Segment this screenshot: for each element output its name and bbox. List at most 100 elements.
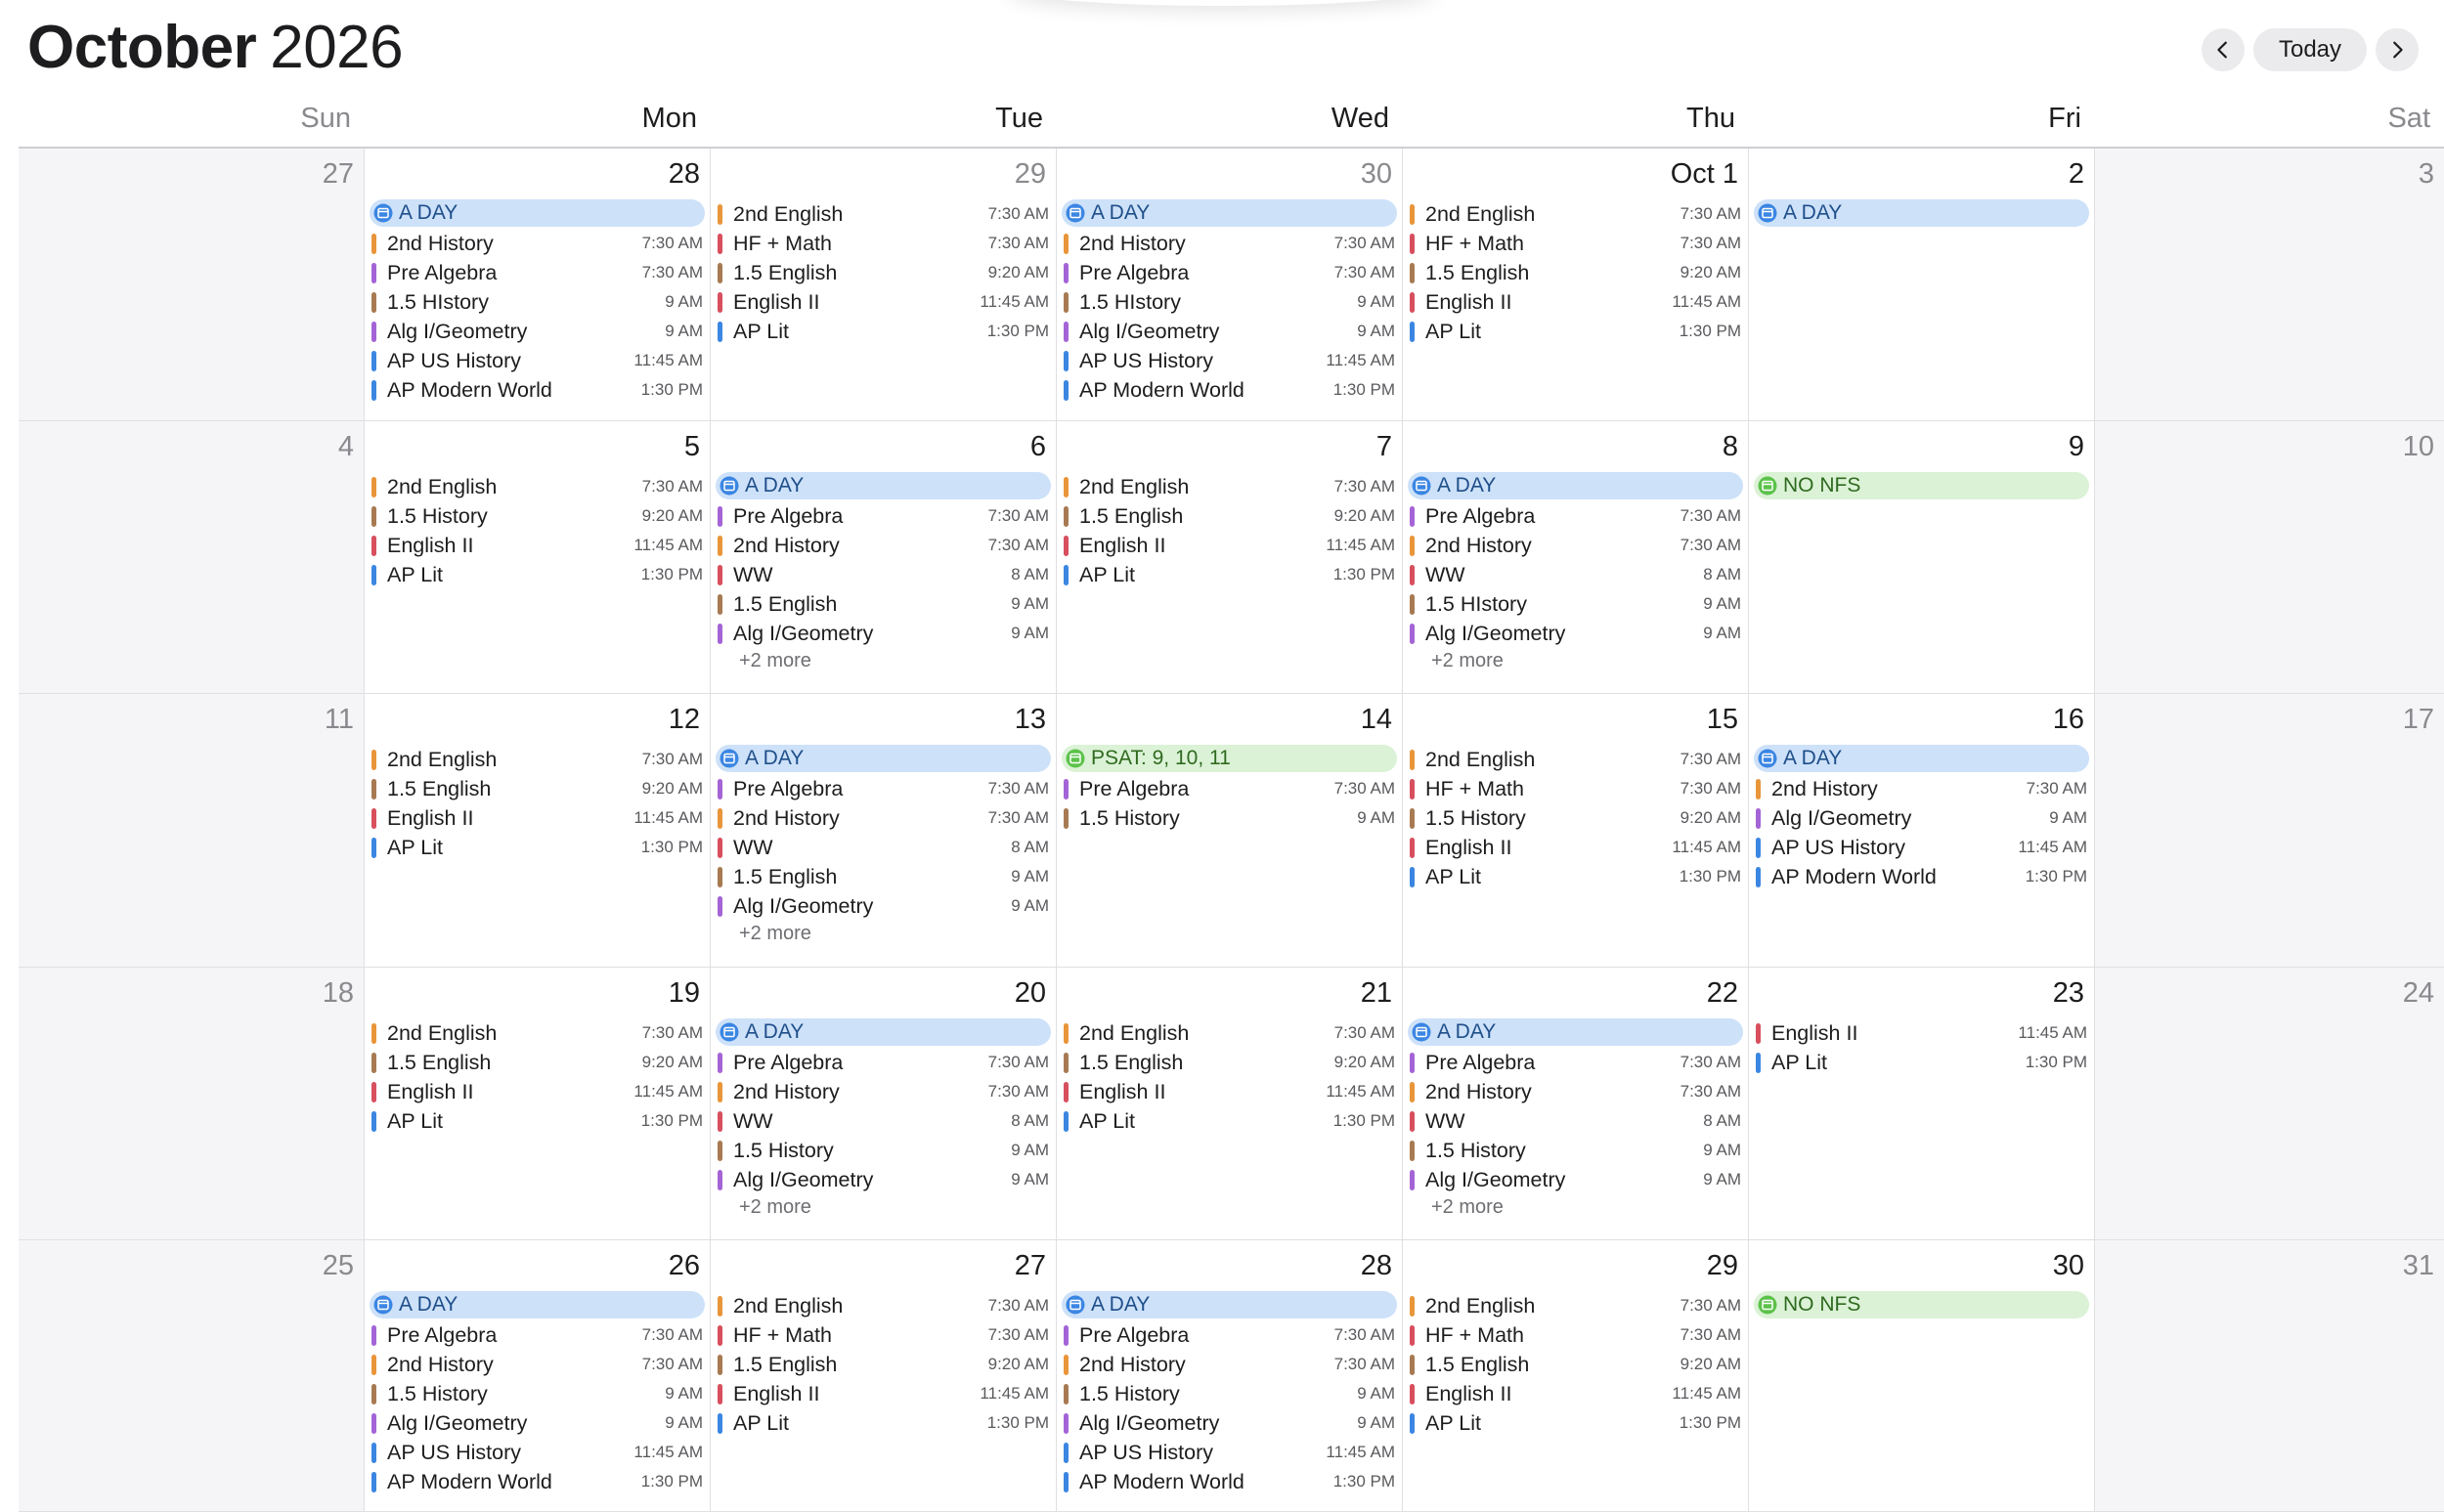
calendar-event[interactable]: 1.5 History 9 AM — [1408, 1136, 1743, 1165]
all-day-event[interactable]: A DAY — [716, 745, 1051, 772]
calendar-event[interactable]: Pre Algebra 7:30 AM — [1062, 774, 1397, 803]
day-cell[interactable]: 24 — [2095, 968, 2444, 1240]
day-cell[interactable]: 6 A DAY Pre Algebra 7:30 AM 2nd History 7:30 … — [711, 421, 1057, 694]
more-events-link[interactable]: +2 more — [716, 1194, 1051, 1220]
all-day-event[interactable]: NO NFS — [1754, 472, 2089, 499]
more-events-link[interactable]: +2 more — [716, 648, 1051, 673]
day-cell[interactable]: 17 — [2095, 694, 2444, 968]
calendar-event[interactable]: English II 11:45 AM — [1062, 1077, 1397, 1106]
calendar-event[interactable]: Pre Algebra 7:30 AM — [1062, 1320, 1397, 1350]
calendar-event[interactable]: English II 11:45 AM — [1062, 531, 1397, 560]
calendar-event[interactable]: HF + Math 7:30 AM — [1408, 1320, 1743, 1350]
calendar-event[interactable]: Alg I/Geometry 9 AM — [1062, 1408, 1397, 1438]
more-events-link[interactable]: +2 more — [716, 921, 1051, 946]
all-day-event[interactable]: A DAY — [1062, 199, 1397, 227]
day-cell[interactable]: 21 2nd English 7:30 AM 1.5 English 9:20 AM En… — [1057, 968, 1403, 1240]
calendar-event[interactable]: 2nd History 7:30 AM — [370, 229, 705, 258]
calendar-event[interactable]: HF + Math 7:30 AM — [1408, 774, 1743, 803]
calendar-event[interactable]: 1.5 History 9 AM — [370, 1379, 705, 1408]
day-cell[interactable]: 31 — [2095, 1240, 2444, 1512]
calendar-event[interactable]: AP Lit 1:30 PM — [1062, 560, 1397, 589]
calendar-event[interactable]: English II 11:45 AM — [370, 531, 705, 560]
calendar-event[interactable]: Pre Algebra 7:30 AM — [1408, 501, 1743, 531]
day-cell[interactable]: 29 2nd English 7:30 AM HF + Math 7:30 AM 1.5 … — [1403, 1240, 1749, 1512]
day-cell[interactable]: 13 A DAY Pre Algebra 7:30 AM 2nd History 7:30… — [711, 694, 1057, 968]
calendar-event[interactable]: AP Lit 1:30 PM — [716, 317, 1051, 346]
calendar-event[interactable]: WW 8 AM — [1408, 560, 1743, 589]
day-cell[interactable]: 16 A DAY 2nd History 7:30 AM Alg I/Geometry 9… — [1749, 694, 2095, 968]
calendar-event[interactable]: 1.5 English 9:20 AM — [1062, 501, 1397, 531]
calendar-event[interactable]: 2nd History 7:30 AM — [1062, 1350, 1397, 1379]
day-cell[interactable]: 9 NO NFS — [1749, 421, 2095, 694]
calendar-event[interactable]: 2nd History 7:30 AM — [716, 803, 1051, 833]
calendar-event[interactable]: HF + Math 7:30 AM — [1408, 229, 1743, 258]
calendar-event[interactable]: 2nd English 7:30 AM — [370, 1018, 705, 1048]
calendar-event[interactable]: AP US History 11:45 AM — [1062, 1438, 1397, 1467]
calendar-event[interactable]: AP Modern World 1:30 PM — [1754, 862, 2089, 891]
calendar-event[interactable]: Alg I/Geometry 9 AM — [1062, 317, 1397, 346]
calendar-event[interactable]: Alg I/Geometry 9 AM — [716, 1165, 1051, 1194]
day-cell[interactable]: 7 2nd English 7:30 AM 1.5 English 9:20 AM Eng… — [1057, 421, 1403, 694]
calendar-event[interactable]: 1.5 English 9:20 AM — [370, 774, 705, 803]
day-cell[interactable]: 30 A DAY 2nd History 7:30 AM Pre Algebra 7:30… — [1057, 149, 1403, 421]
day-cell[interactable]: 5 2nd English 7:30 AM 1.5 History 9:20 AM Eng… — [365, 421, 711, 694]
day-cell[interactable]: Oct 1 2nd English 7:30 AM HF + Math 7:30 AM 1… — [1403, 149, 1749, 421]
all-day-event[interactable]: A DAY — [716, 1018, 1051, 1046]
today-button[interactable]: Today — [2253, 28, 2367, 71]
calendar-event[interactable]: 1.5 History 9 AM — [716, 1136, 1051, 1165]
day-cell[interactable]: 27 — [19, 149, 365, 421]
day-cell[interactable]: 20 A DAY Pre Algebra 7:30 AM 2nd History 7:30… — [711, 968, 1057, 1240]
calendar-event[interactable]: Pre Algebra 7:30 AM — [370, 258, 705, 287]
calendar-event[interactable]: 1.5 English 9 AM — [716, 589, 1051, 619]
all-day-event[interactable]: A DAY — [1408, 472, 1743, 499]
day-cell[interactable]: 15 2nd English 7:30 AM HF + Math 7:30 AM 1.5 … — [1403, 694, 1749, 968]
calendar-event[interactable]: 2nd English 7:30 AM — [716, 199, 1051, 229]
day-cell[interactable]: 11 — [19, 694, 365, 968]
calendar-event[interactable]: AP Modern World 1:30 PM — [370, 1467, 705, 1496]
calendar-event[interactable]: Pre Algebra 7:30 AM — [716, 774, 1051, 803]
calendar-event[interactable]: 2nd English 7:30 AM — [1408, 1291, 1743, 1320]
day-cell[interactable]: 25 — [19, 1240, 365, 1512]
calendar-event[interactable]: 2nd History 7:30 AM — [1408, 1077, 1743, 1106]
previous-month-button[interactable] — [2202, 28, 2245, 71]
calendar-event[interactable]: 1.5 HIstory 9 AM — [1062, 287, 1397, 317]
calendar-event[interactable]: Pre Algebra 7:30 AM — [1062, 258, 1397, 287]
calendar-event[interactable]: 2nd History 7:30 AM — [1408, 531, 1743, 560]
calendar-event[interactable]: 2nd History 7:30 AM — [1754, 774, 2089, 803]
day-cell[interactable]: 3 — [2095, 149, 2444, 421]
calendar-event[interactable]: English II 11:45 AM — [370, 1077, 705, 1106]
day-cell[interactable]: 23 English II 11:45 AM AP Lit 1:30 PM — [1749, 968, 2095, 1240]
calendar-event[interactable]: AP US History 11:45 AM — [370, 1438, 705, 1467]
calendar-event[interactable]: 1.5 History 9:20 AM — [1408, 803, 1743, 833]
calendar-event[interactable]: 2nd English 7:30 AM — [370, 472, 705, 501]
calendar-event[interactable]: HF + Math 7:30 AM — [716, 229, 1051, 258]
day-cell[interactable]: 4 — [19, 421, 365, 694]
day-cell[interactable]: 22 A DAY Pre Algebra 7:30 AM 2nd History 7:30… — [1403, 968, 1749, 1240]
calendar-event[interactable]: 2nd History 7:30 AM — [716, 1077, 1051, 1106]
calendar-event[interactable]: Alg I/Geometry 9 AM — [370, 317, 705, 346]
calendar-event[interactable]: Alg I/Geometry 9 AM — [1408, 1165, 1743, 1194]
calendar-event[interactable]: WW 8 AM — [716, 560, 1051, 589]
calendar-event[interactable]: AP Lit 1:30 PM — [716, 1408, 1051, 1438]
calendar-event[interactable]: 1.5 History 9 AM — [1062, 1379, 1397, 1408]
calendar-event[interactable]: 1.5 English 9:20 AM — [1408, 258, 1743, 287]
calendar-event[interactable]: Pre Algebra 7:30 AM — [716, 1048, 1051, 1077]
day-cell[interactable]: 8 A DAY Pre Algebra 7:30 AM 2nd History 7:30 … — [1403, 421, 1749, 694]
calendar-event[interactable]: 1.5 English 9:20 AM — [716, 258, 1051, 287]
calendar-event[interactable]: 1.5 English 9:20 AM — [370, 1048, 705, 1077]
all-day-event[interactable]: A DAY — [1062, 1291, 1397, 1318]
calendar-event[interactable]: Pre Algebra 7:30 AM — [1408, 1048, 1743, 1077]
calendar-event[interactable]: AP Lit 1:30 PM — [370, 560, 705, 589]
day-cell[interactable]: 19 2nd English 7:30 AM 1.5 English 9:20 AM En… — [365, 968, 711, 1240]
calendar-event[interactable]: 2nd History 7:30 AM — [370, 1350, 705, 1379]
calendar-event[interactable]: AP US History 11:45 AM — [1754, 833, 2089, 862]
calendar-event[interactable]: Alg I/Geometry 9 AM — [370, 1408, 705, 1438]
calendar-event[interactable]: Alg I/Geometry 9 AM — [1754, 803, 2089, 833]
calendar-event[interactable]: 2nd English 7:30 AM — [716, 1291, 1051, 1320]
calendar-event[interactable]: Pre Algebra 7:30 AM — [716, 501, 1051, 531]
all-day-event[interactable]: PSAT: 9, 10, 11 — [1062, 745, 1397, 772]
calendar-event[interactable]: Alg I/Geometry 9 AM — [716, 619, 1051, 648]
calendar-event[interactable]: AP Lit 1:30 PM — [1062, 1106, 1397, 1136]
calendar-event[interactable]: WW 8 AM — [1408, 1106, 1743, 1136]
all-day-event[interactable]: A DAY — [1754, 745, 2089, 772]
